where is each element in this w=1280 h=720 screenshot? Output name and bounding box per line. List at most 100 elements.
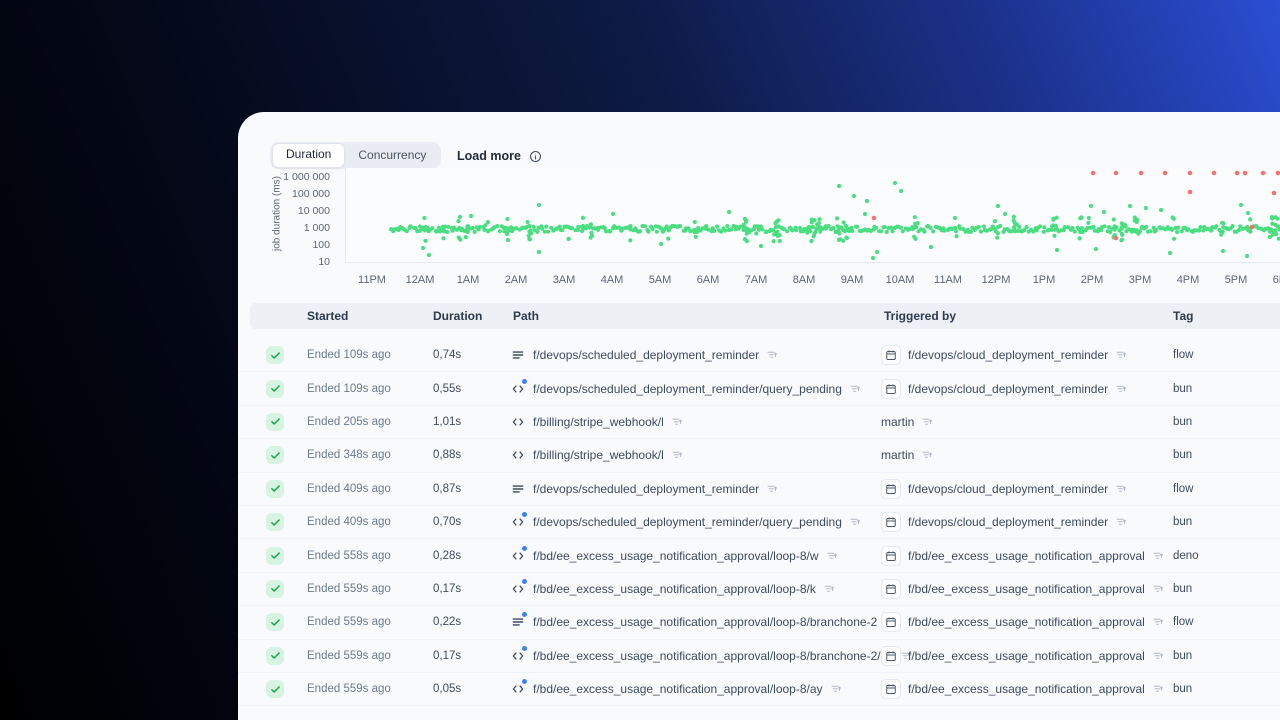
job-point[interactable] bbox=[430, 226, 435, 231]
job-point[interactable] bbox=[581, 223, 586, 229]
job-point[interactable] bbox=[456, 235, 461, 240]
job-point[interactable] bbox=[1024, 225, 1029, 230]
job-point[interactable] bbox=[995, 203, 1001, 209]
failed-job-point[interactable] bbox=[1275, 170, 1280, 176]
job-point[interactable] bbox=[441, 228, 446, 233]
job-point[interactable] bbox=[844, 235, 849, 240]
failed-job-point[interactable] bbox=[1090, 170, 1096, 176]
job-point[interactable] bbox=[1230, 224, 1235, 229]
job-point[interactable] bbox=[909, 226, 914, 231]
failed-job-point[interactable] bbox=[1162, 170, 1168, 176]
job-point[interactable] bbox=[729, 227, 734, 232]
job-point[interactable] bbox=[968, 229, 974, 234]
filter-icon[interactable] bbox=[1152, 650, 1164, 662]
job-point[interactable] bbox=[928, 225, 933, 230]
job-point[interactable] bbox=[1144, 224, 1149, 229]
table-row[interactable]: Ended 205s ago 1,01s f/billing/stripe_webh… bbox=[238, 406, 1280, 440]
job-point[interactable] bbox=[527, 223, 532, 229]
job-point[interactable] bbox=[928, 244, 934, 250]
filter-icon[interactable] bbox=[1152, 583, 1164, 595]
info-icon[interactable] bbox=[529, 150, 542, 163]
job-point[interactable] bbox=[776, 218, 781, 223]
table-row[interactable]: Ended 109s ago 0,74s f/devops/scheduled_de… bbox=[238, 339, 1280, 373]
job-point[interactable] bbox=[1120, 232, 1125, 237]
job-point[interactable] bbox=[1123, 224, 1128, 229]
job-point[interactable] bbox=[805, 230, 810, 235]
job-point[interactable] bbox=[638, 229, 643, 234]
job-point[interactable] bbox=[658, 241, 664, 247]
job-point[interactable] bbox=[527, 237, 532, 242]
job-point[interactable] bbox=[628, 238, 633, 243]
filter-icon[interactable] bbox=[671, 449, 683, 461]
job-point[interactable] bbox=[704, 224, 709, 229]
job-point[interactable] bbox=[976, 225, 981, 230]
job-point[interactable] bbox=[495, 224, 500, 229]
job-point[interactable] bbox=[835, 224, 840, 229]
job-point[interactable] bbox=[1091, 224, 1096, 230]
job-point[interactable] bbox=[837, 231, 842, 236]
job-point[interactable] bbox=[1137, 229, 1143, 234]
job-point[interactable] bbox=[497, 229, 502, 234]
job-point[interactable] bbox=[1276, 236, 1280, 241]
job-point[interactable] bbox=[874, 249, 880, 255]
job-point[interactable] bbox=[535, 229, 540, 234]
job-point[interactable] bbox=[1135, 217, 1140, 222]
job-point[interactable] bbox=[1086, 215, 1091, 221]
filter-icon[interactable] bbox=[826, 550, 838, 562]
load-more-button[interactable]: Load more bbox=[457, 145, 542, 167]
job-point[interactable] bbox=[664, 224, 669, 229]
filter-icon[interactable] bbox=[921, 449, 933, 461]
job-point[interactable] bbox=[1169, 227, 1174, 232]
job-point[interactable] bbox=[1127, 203, 1133, 209]
job-point[interactable] bbox=[913, 236, 918, 241]
job-point[interactable] bbox=[1245, 210, 1251, 216]
job-point[interactable] bbox=[841, 220, 846, 225]
filter-icon[interactable] bbox=[1115, 483, 1127, 495]
job-point[interactable] bbox=[468, 213, 474, 219]
job-point[interactable] bbox=[915, 221, 920, 226]
filter-icon[interactable] bbox=[766, 349, 778, 361]
job-point[interactable] bbox=[580, 215, 586, 220]
filter-icon[interactable] bbox=[849, 383, 861, 395]
job-point[interactable] bbox=[1267, 227, 1272, 232]
tab-concurrency[interactable]: Concurrency bbox=[345, 144, 439, 167]
job-point[interactable] bbox=[1148, 229, 1153, 234]
job-point[interactable] bbox=[841, 238, 846, 243]
failed-job-point[interactable] bbox=[1211, 170, 1217, 176]
job-point[interactable] bbox=[445, 229, 450, 235]
job-point[interactable] bbox=[1172, 236, 1177, 241]
job-point[interactable] bbox=[545, 229, 551, 234]
job-point[interactable] bbox=[725, 224, 730, 229]
job-point[interactable] bbox=[477, 224, 483, 229]
job-point[interactable] bbox=[1220, 248, 1226, 254]
job-point[interactable] bbox=[817, 217, 822, 222]
job-point[interactable] bbox=[693, 234, 698, 239]
job-point[interactable] bbox=[922, 229, 927, 234]
job-point[interactable] bbox=[503, 225, 509, 231]
job-point[interactable] bbox=[1154, 228, 1159, 233]
job-point[interactable] bbox=[831, 226, 836, 231]
job-point[interactable] bbox=[854, 224, 860, 229]
job-point[interactable] bbox=[589, 230, 594, 235]
job-point[interactable] bbox=[998, 223, 1003, 229]
job-point[interactable] bbox=[650, 226, 655, 232]
job-point[interactable] bbox=[1086, 220, 1091, 225]
job-point[interactable] bbox=[942, 228, 947, 233]
failed-job-point[interactable] bbox=[1187, 189, 1193, 195]
job-point[interactable] bbox=[423, 238, 428, 243]
job-point[interactable] bbox=[815, 222, 820, 227]
job-point[interactable] bbox=[981, 224, 987, 229]
job-point[interactable] bbox=[809, 238, 814, 244]
job-point[interactable] bbox=[898, 188, 904, 194]
job-point[interactable] bbox=[505, 237, 511, 243]
job-point[interactable] bbox=[1101, 209, 1107, 215]
job-point[interactable] bbox=[588, 235, 593, 240]
job-point[interactable] bbox=[525, 219, 530, 225]
job-point[interactable] bbox=[470, 225, 475, 231]
filter-icon[interactable] bbox=[921, 416, 933, 428]
filter-icon[interactable] bbox=[1115, 383, 1127, 395]
job-point[interactable] bbox=[1070, 226, 1075, 231]
failed-job-point[interactable] bbox=[1242, 170, 1248, 176]
job-point[interactable] bbox=[1088, 203, 1094, 209]
job-point[interactable] bbox=[1011, 214, 1016, 219]
